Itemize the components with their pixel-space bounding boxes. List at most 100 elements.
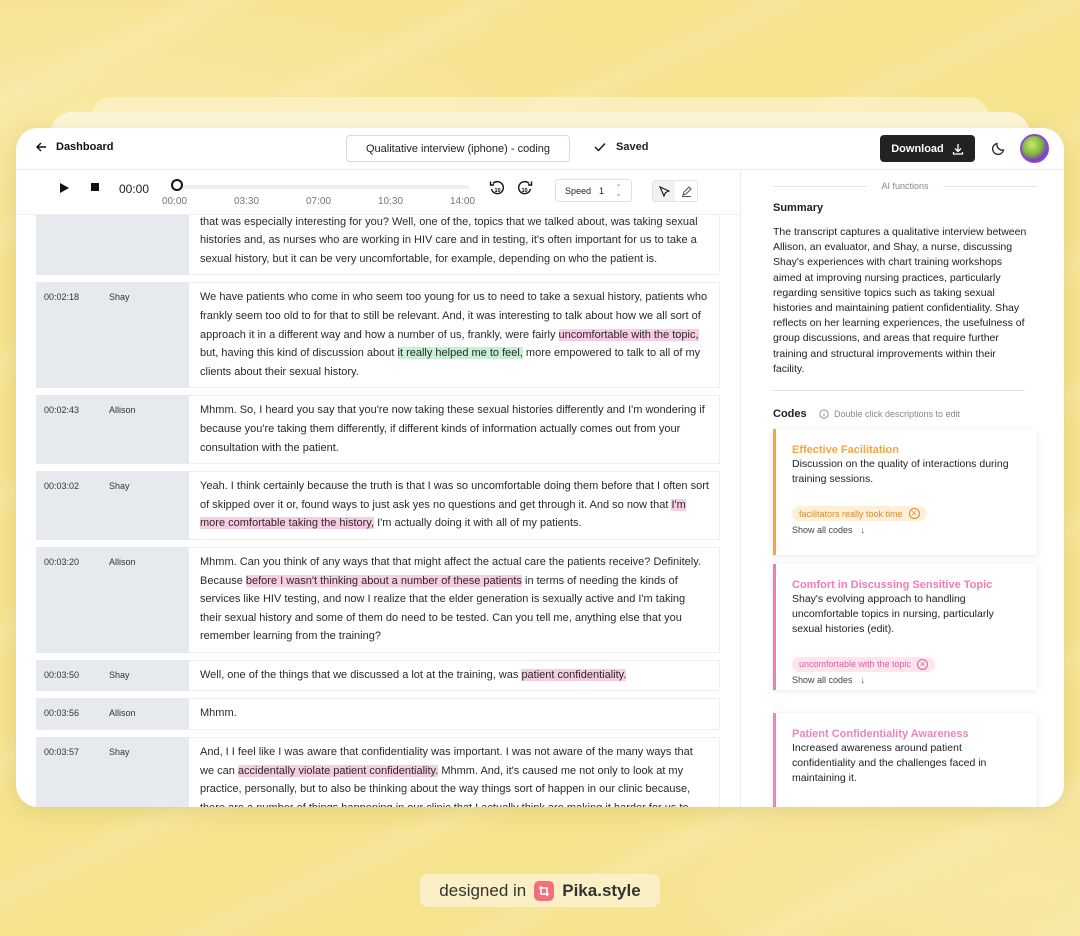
timeline-tick: 10:30 (378, 196, 404, 207)
code-excerpt-chip[interactable]: uncomfortable with the topic × (792, 656, 936, 672)
transcript-row: 00:03:20 Allison Mhmm. Can you think of an… (36, 546, 720, 653)
highlight-pen-tool[interactable] (675, 181, 697, 201)
summary-text[interactable]: The transcript captures a qualitative in… (773, 225, 1028, 377)
document-title-field[interactable]: Qualitative interview (iphone) - coding (346, 135, 570, 162)
row-meta: 00:03:57 Shay (36, 737, 189, 807)
speaker-name: Allison (109, 556, 136, 567)
ai-sidebar: AI functions Summary The transcript capt… (740, 171, 1064, 807)
timestamp[interactable]: 00:02:43 (44, 405, 79, 415)
pika-logo-icon (534, 880, 555, 901)
dark-mode-moon-icon[interactable] (992, 141, 1006, 155)
transcript-row: 00:02:43 Allison Mhmm. So, I heard you say… (36, 395, 720, 465)
chip-label: uncomfortable with the topic (799, 659, 912, 670)
codes-heading: Codes (773, 408, 807, 420)
speed-select[interactable]: Speed 1 ⌃ ⌄ (555, 179, 632, 202)
coded-highlight[interactable]: it really helped me to feel, (397, 347, 523, 360)
speaker-name: Shay (109, 747, 130, 758)
speaker-name: Shay (109, 292, 130, 303)
code-description[interactable]: Shay's evolving approach to handling unc… (792, 592, 1025, 638)
arrow-down-icon: ↓ (860, 524, 866, 535)
text-segment: but, having this kind of discussion abou… (200, 347, 398, 360)
timeline-tick: 03:30 (234, 196, 260, 207)
code-title: Comfort in Discussing Sensitive Topic (792, 579, 993, 591)
text-segment: Mhmm. So, I heard you say that you're no… (200, 404, 705, 454)
row-meta: 00:03:50 Shay (36, 659, 189, 692)
download-icon (952, 143, 963, 155)
stop-icon[interactable] (91, 183, 99, 191)
timestamp[interactable]: 00:03:02 (44, 481, 79, 491)
show-all-codes-link[interactable]: Show all codes ↓ (792, 675, 1025, 685)
user-avatar[interactable] (1020, 134, 1049, 163)
select-cursor-tool[interactable] (653, 181, 675, 201)
chip-label: facilitators really took time (799, 508, 903, 519)
saved-status: Saved (594, 141, 648, 153)
top-bar: Dashboard Qualitative interview (iphone)… (16, 128, 1064, 170)
timestamp[interactable]: 00:03:56 (44, 708, 79, 718)
transcript-rows: having with the facilitators and with so… (36, 188, 720, 807)
pen-icon (681, 185, 692, 197)
transcript-row: 00:03:56 Allison Mhmm. (36, 698, 720, 731)
cursor-icon (658, 185, 670, 197)
forward-10-icon[interactable]: 10 (517, 180, 533, 196)
speaker-name: Allison (109, 405, 136, 416)
utterance-text[interactable]: Yeah. I think certainly because the trut… (189, 471, 720, 540)
show-all-label: Show all codes (792, 675, 853, 686)
transcript-row: 00:03:02 Shay Yeah. I think certainly beca… (36, 471, 720, 540)
timestamp[interactable]: 00:02:18 (44, 292, 79, 302)
arrow-down-icon: ↓ (860, 675, 866, 686)
transcript-panel: 00:00 00:00 03:30 07:00 10:30 14:00 10 1… (16, 171, 740, 807)
utterance-text[interactable]: Well, one of the things that we discusse… (189, 659, 720, 692)
timeline-tick: 07:00 (306, 196, 332, 207)
code-card[interactable]: Comfort in Discussing Sensitive Topic Sha… (773, 564, 1037, 690)
remove-chip-icon[interactable]: × (917, 658, 929, 670)
download-button[interactable]: Download (880, 135, 975, 162)
code-description[interactable]: Discussion on the quality of interaction… (792, 457, 1025, 487)
timeline-knob[interactable] (171, 179, 183, 191)
row-meta: 00:03:02 Shay (36, 471, 189, 540)
row-meta: 00:02:43 Allison (36, 395, 189, 465)
speed-value: 1 (599, 185, 605, 196)
timestamp[interactable]: 00:03:20 (44, 557, 79, 567)
timestamp[interactable]: 00:03:57 (44, 747, 79, 757)
arrow-left-icon (36, 142, 46, 152)
codes-hint-text: Double click descriptions to edit (834, 409, 961, 419)
back-to-dashboard-link[interactable]: Dashboard (36, 141, 113, 153)
pika-badge: designed in Pika.style (420, 874, 660, 907)
utterance-text[interactable]: Mhmm. Can you think of any ways that tha… (189, 546, 720, 653)
text-segment: Well, one of the things that we discusse… (200, 668, 522, 681)
audio-player: 00:00 00:00 03:30 07:00 10:30 14:00 10 1… (16, 171, 740, 215)
code-card[interactable]: Patient Confidentiality Awareness Increas… (773, 713, 1037, 807)
codes-hint: Double click descriptions to edit (819, 409, 960, 419)
code-description[interactable]: Increased awareness around patient confi… (792, 741, 1025, 787)
timeline-track[interactable] (176, 185, 469, 189)
speaker-name: Allison (109, 708, 136, 719)
play-icon[interactable] (60, 183, 69, 193)
row-meta: 00:03:56 Allison (36, 698, 189, 731)
utterance-text[interactable]: We have patients who come in who seem to… (189, 282, 720, 389)
transcript-row: 00:02:18 Shay We have patients who come in… (36, 282, 720, 389)
svg-text:10: 10 (495, 188, 501, 194)
show-all-codes-link[interactable]: Show all codes ↓ (792, 525, 1025, 535)
divider (773, 390, 1025, 391)
brand-label: Pika.style (562, 880, 641, 900)
row-meta: 00:02:18 Shay (36, 282, 189, 389)
utterance-text[interactable]: Mhmm. So, I heard you say that you're no… (189, 395, 720, 465)
code-card[interactable]: Effective Facilitation Discussion on the … (773, 429, 1037, 555)
remove-chip-icon[interactable]: × (908, 508, 920, 520)
utterance-text[interactable]: Mhmm. (189, 698, 720, 731)
coded-highlight[interactable]: before I wasn't thinking about a number … (245, 574, 522, 587)
coded-highlight[interactable]: uncomfortable with the topic, (558, 328, 699, 341)
timeline-tick: 14:00 (450, 196, 476, 207)
back-label: Dashboard (56, 141, 114, 153)
download-label: Download (891, 142, 944, 155)
timestamp[interactable]: 00:03:50 (44, 670, 79, 680)
summary-heading: Summary (773, 202, 824, 214)
rewind-10-icon[interactable]: 10 (489, 180, 505, 196)
coded-highlight[interactable]: accidentally violate patient confidentia… (237, 764, 439, 777)
speaker-name: Shay (109, 669, 130, 680)
text-segment: Yeah. I think certainly because the trut… (200, 480, 709, 511)
utterance-text[interactable]: And, I I feel like I was aware that conf… (189, 737, 720, 807)
coded-highlight[interactable]: patient confidentiality. (521, 668, 627, 681)
code-excerpt-chip[interactable]: facilitators really took time × (792, 506, 927, 522)
info-icon (819, 409, 829, 419)
